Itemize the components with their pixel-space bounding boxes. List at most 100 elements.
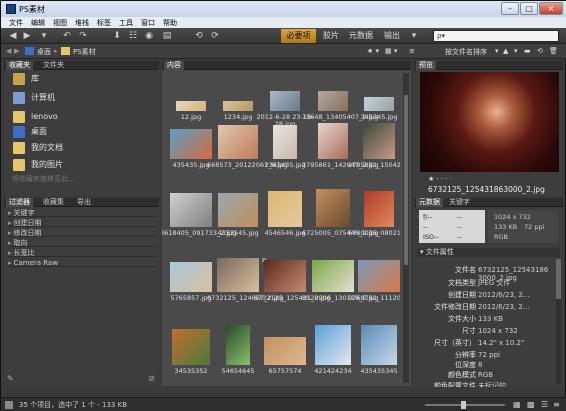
view-details-icon[interactable]: ☰ (541, 400, 548, 409)
workspace-output-tab[interactable]: 输出 (384, 29, 400, 43)
breadcrumb-separator: ▸ (54, 47, 58, 55)
tab-content[interactable]: 内容 (164, 61, 184, 70)
thumbnail-image (364, 97, 394, 111)
metadata-row: 位深度 8 (421, 361, 559, 369)
camera-raw-icon[interactable]: ◉ (143, 30, 155, 42)
rotate-right-icon[interactable]: ⟳ (209, 30, 221, 42)
view-grid-icon[interactable]: ▦ ▾ (385, 47, 397, 55)
clear-filter-icon[interactable]: ⊘ (148, 374, 155, 383)
menu-edit[interactable]: 编辑 (31, 18, 45, 28)
metadata-value: 未标记的 (478, 382, 506, 387)
sort-icon[interactable]: ≡ (409, 47, 415, 55)
maximize-button[interactable]: □ (520, 2, 538, 15)
filter-orientation[interactable]: ▸ 取向 (8, 239, 158, 247)
pictures-icon (13, 159, 25, 171)
metadata-key: 颜色配置文件 (434, 382, 476, 387)
menu-window[interactable]: 窗口 (141, 18, 155, 28)
metadata-row: 尺寸 1024 x 732 (421, 327, 559, 335)
scrollbar-thumb[interactable] (404, 95, 408, 265)
thumbnail-image (218, 193, 258, 227)
toggle-panels-icon[interactable] (5, 401, 13, 409)
tab-collections[interactable]: 收藏集 (40, 198, 67, 207)
menu-stack[interactable]: 堆栈 (75, 18, 89, 28)
preview-rating-stars[interactable]: ★ · · · · (428, 175, 452, 183)
tab-filter[interactable]: 过滤器 (6, 198, 33, 207)
menu-bar: 文件 编辑 视图 堆栈 标签 工具 窗口 帮助 (1, 17, 566, 28)
minimize-button[interactable]: – (501, 2, 519, 15)
filter-camera-raw[interactable]: ▸ Camera Raw (8, 259, 158, 267)
filter-created-date[interactable]: ▸ 创建日期 (8, 219, 158, 227)
thumbnail-image (268, 191, 302, 227)
filter-keywords[interactable]: ▸ 关键字 (8, 209, 158, 217)
filter-aspect-ratio[interactable]: ▸ 长宽比 (8, 249, 158, 257)
workspace-metadata-tab[interactable]: 元数据 (349, 29, 373, 43)
workspace-essentials-tab[interactable]: 必要项 (281, 29, 316, 43)
forward-arrow-icon[interactable]: ▶ (14, 47, 19, 55)
metadata-row: 文档类型 JPEG 文件 (421, 279, 559, 287)
thumbnail-label: 435435345 (360, 367, 398, 375)
output-icon[interactable]: ▤ (161, 30, 173, 42)
slider-thumb[interactable] (461, 401, 466, 409)
content-scrollbar[interactable] (403, 73, 409, 383)
delete-icon[interactable]: 🗑 (549, 47, 558, 55)
preview-panel: 预览 ★ · · · · 6732125_125431863000_2.jpg (414, 61, 563, 196)
boomerang-icon[interactable]: ↷ (77, 30, 89, 42)
workspace-menu-chevron-down-icon[interactable]: ▾ (408, 30, 420, 42)
toolbar: ◀ ▶ ▾ ↶ ↷ ⬇ ☷ ◉ ▤ ⟲ ⟳ 必要项 胶片 元数据 输出 ▾ ρ▾ (1, 28, 566, 44)
thumbnail-image (316, 189, 350, 227)
documents-icon (13, 142, 25, 154)
sort-chevron-down-icon[interactable]: ▾ (495, 47, 499, 55)
pin-icon[interactable]: ✎ (7, 374, 14, 383)
file-properties-header[interactable]: ▾ 文件属性 (417, 248, 560, 257)
tab-metadata[interactable]: 元数据 (416, 198, 443, 207)
breadcrumb-ps-folder[interactable]: PS素材 (73, 47, 96, 57)
workspace-filmstrip-tab[interactable]: 胶片 (323, 29, 339, 43)
menu-view[interactable]: 视图 (53, 18, 67, 28)
thumbnail-label: 6730005_080212_2.jpg (348, 229, 400, 237)
tab-preview[interactable]: 预览 (416, 61, 436, 70)
tab-folders[interactable]: 文件夹 (40, 61, 67, 70)
menu-tools[interactable]: 工具 (119, 18, 133, 28)
sort-dropdown[interactable]: 按文件名排序 (445, 47, 487, 57)
thumbnail-grid: 12.jpg 1234.jpg 2012-6-28 23-16-28.jpg 7364… (162, 71, 400, 386)
menu-help[interactable]: 帮助 (163, 18, 177, 28)
filter-stars-icon[interactable]: ★ ▾ (367, 47, 379, 55)
tab-favorites[interactable]: 收藏夹 (6, 61, 33, 70)
thumbnail-image (226, 325, 250, 365)
lock-grid-icon[interactable]: ▦ (513, 400, 521, 409)
desktop-icon (13, 126, 25, 138)
metadata-row: 文件大小 133 KB (421, 315, 559, 323)
tab-keywords[interactable]: 关键字 (446, 198, 473, 207)
back-arrow-icon[interactable]: ◀ (6, 47, 11, 55)
folder-icon (61, 47, 70, 55)
back-arrow-icon[interactable]: ◀ (7, 30, 19, 42)
metadata-key: 分辨率 (455, 351, 476, 359)
desktop-icon (25, 47, 34, 55)
return-icon[interactable]: ↶ (61, 30, 73, 42)
sort-direction-icon[interactable]: ▲ (503, 47, 508, 55)
filter-modified-date[interactable]: ▸ 修改日期 (8, 229, 158, 237)
rotate-left-icon[interactable]: ⟲ (193, 30, 205, 42)
breadcrumb-desktop[interactable]: 桌面 (37, 47, 51, 57)
search-input[interactable]: ρ▾ (433, 30, 559, 42)
get-photos-icon[interactable]: ⬇ (111, 30, 123, 42)
rotate-icon[interactable]: ⟲ (537, 47, 543, 55)
view-thumbnails-icon[interactable]: ▩ (527, 400, 535, 409)
forward-arrow-icon[interactable]: ▶ (21, 30, 33, 42)
tab-export[interactable]: 导出 (74, 198, 94, 207)
favorites-drop-hint: 将收藏夹拖移至此... (12, 175, 75, 183)
thumbnail-image (364, 191, 394, 227)
new-folder-icon[interactable]: ▬ (524, 47, 531, 55)
metadata-key: 颜色模式 (448, 371, 476, 379)
menu-file[interactable]: 文件 (9, 18, 23, 28)
expand-triangle-icon: ▸ (8, 249, 12, 257)
recent-folder-icon[interactable]: ▾ (39, 30, 49, 42)
metadata-row: 尺寸（英寸） 14.2" x 10.2" (421, 339, 559, 347)
view-list-icon[interactable]: ≡ (553, 400, 560, 409)
metadata-value: 2012/6/23, 2... (478, 291, 530, 299)
open-recent-icon[interactable]: ▾ (514, 47, 518, 55)
refine-icon[interactable]: ☷ (127, 30, 139, 42)
close-button[interactable]: × (539, 2, 563, 15)
menu-label[interactable]: 标签 (97, 18, 111, 28)
metadata-value: 8 (478, 361, 483, 369)
